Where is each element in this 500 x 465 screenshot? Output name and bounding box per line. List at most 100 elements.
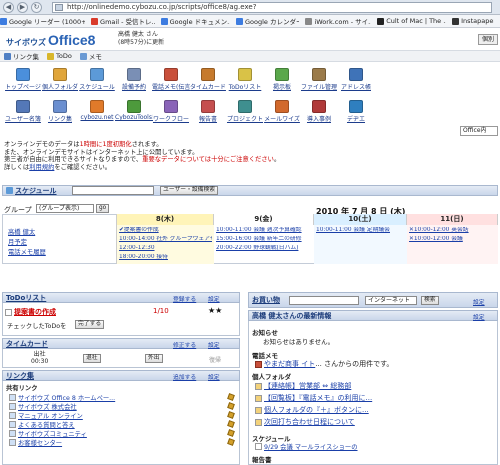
shopping-title[interactable]: お買い物 (252, 295, 280, 305)
folder-item-link[interactable]: 次回打ち合わせ日程について (264, 417, 355, 427)
member-link[interactable]: 高橋 健太 (8, 227, 35, 236)
link-item[interactable]: よくある質問と答え (9, 420, 75, 429)
edit-link-icon[interactable] (227, 411, 235, 419)
day-header-10[interactable]: 10(土) (314, 214, 407, 225)
personal-settings-button[interactable]: 個別 (478, 34, 498, 45)
link-item[interactable]: サイボウズ 株式会社 (9, 402, 77, 411)
todo-checkbox[interactable] (5, 308, 12, 316)
link-text[interactable]: お客様センター (18, 438, 62, 447)
app-icon-r1-3[interactable]: 設備予約 (115, 68, 153, 91)
link-text[interactable]: サイボウズ Office 8 ホームペー... (18, 393, 115, 402)
display-select[interactable]: Office内 (460, 126, 498, 136)
schedule-event[interactable]: 10:00-11:00 会議 定期議会 (316, 227, 405, 235)
forward-icon[interactable]: ▶ (17, 2, 28, 13)
reload-icon[interactable]: ↻ (31, 2, 42, 13)
phone-memo-link[interactable]: やまだ商事 イト (264, 359, 315, 369)
schedule-event[interactable]: ✔提案書の作成 (119, 227, 212, 235)
clock-out-button[interactable]: 退社 (83, 354, 101, 363)
todo-title[interactable]: ToDoリスト (6, 293, 46, 303)
day-header-8[interactable]: 8(木) (117, 214, 214, 225)
go-out-button[interactable]: 外出 (145, 354, 163, 363)
user-facility-search-button[interactable]: ユーザー・設備検索 (160, 186, 219, 195)
link-text[interactable]: マニュアル オンライン (18, 411, 83, 420)
schedule-event[interactable]: 18:00-20:00 接待 (119, 254, 212, 262)
url-field[interactable]: http://onlinedemo.cybozu.co.jp/scripts/o… (52, 2, 492, 13)
link-text[interactable]: サイボウズコミュニティ (18, 429, 87, 438)
links-title[interactable]: リンク集 (6, 371, 34, 381)
schedule-event[interactable]: ✕10:00-12:00 英会話 (409, 227, 496, 235)
todo-complete-button[interactable]: 完了する (75, 320, 105, 329)
app-icon-r1-6[interactable]: ToDoリスト (226, 68, 264, 91)
app-icon-r1-4[interactable]: ワークフロー (152, 100, 190, 123)
todo-item[interactable]: 提案書の作成 (14, 307, 56, 317)
bookmark-item[interactable]: Gmail - 受信トレ... (91, 16, 155, 26)
schedule-title[interactable]: スケジュール (15, 186, 57, 196)
day-header-11[interactable]: 11(日) (407, 214, 498, 225)
app-icon-r1-1[interactable]: 個人フォルダ (41, 68, 79, 91)
cybozu-logo[interactable]: サイボウズ Office8 (6, 32, 95, 48)
timecard-title[interactable]: タイムカード (6, 339, 48, 349)
links-settings-link[interactable]: 設定 (208, 372, 220, 381)
edit-link-icon[interactable] (227, 393, 235, 401)
edit-link-icon[interactable] (227, 438, 235, 446)
folder-item[interactable]: 【連絡帳】営業部 ⇔ 総務部 (255, 381, 351, 391)
todo-register-link[interactable]: 登録する (173, 294, 196, 303)
schedule-event[interactable]: 10:00-14:00 社外 グループウェアセミナー (119, 236, 212, 244)
link-item[interactable]: マニュアル オンライン (9, 411, 83, 420)
member-link[interactable]: 電話メモ履歴 (8, 247, 46, 256)
bookmark-item[interactable]: iWork.com - サイ... (305, 16, 371, 26)
schedule-event[interactable]: 12:00-12:30 (119, 245, 212, 253)
app-icon-r1-8[interactable]: ファイル管理 (300, 68, 338, 91)
edit-link-icon[interactable] (227, 402, 235, 410)
app-icon-r1-8[interactable]: 導入事例 (300, 100, 338, 123)
app-icon-r1-7[interactable]: メールワイズ (263, 100, 301, 123)
day-header-9[interactable]: 9(金) (214, 214, 314, 225)
app-icon-r1-2[interactable]: cybozu.net (78, 100, 116, 121)
group-select[interactable]: (グループ表示) (36, 204, 94, 213)
bookmark-item[interactable]: Google ドキュメン... (160, 16, 230, 26)
bookmark-item[interactable]: Google カレンダー (236, 16, 299, 26)
links-add-link[interactable]: 追加する (173, 372, 196, 381)
edit-link-icon[interactable] (227, 420, 235, 428)
schedule-event[interactable]: 20:00-22:00 野球観戦(日ハム) (216, 245, 312, 253)
folder-item-link[interactable]: 個人フォルダの『＋』ボタンに... (264, 405, 369, 415)
app-icon-r1-6[interactable]: プロジェクト (226, 100, 264, 123)
app-icon-r1-4[interactable]: 電話メモ(伝言確認) (152, 68, 190, 91)
app-icon-r1-3[interactable]: CybozuTools! (115, 100, 153, 121)
schedule-event[interactable]: 10:00-11:00 会議 週次予算確認 (216, 227, 312, 235)
bookmark-item[interactable]: Instapaper (452, 17, 494, 25)
app-icon-r1-9[interactable]: デヂエ (337, 100, 375, 123)
folder-item-link[interactable]: 【回覧板】『電話メモ』の利用に... (264, 393, 372, 403)
link-text[interactable]: サイボウズ 株式会社 (18, 402, 77, 411)
terms-link[interactable]: 利用規約 (29, 164, 54, 171)
app-icon-r1-5[interactable]: 報告書 (189, 100, 227, 123)
schedule-search-input[interactable] (72, 186, 154, 195)
app-icon-r1-2[interactable]: スケジュール (78, 68, 116, 91)
folder-item[interactable]: 【回覧板】『電話メモ』の利用に... (255, 393, 372, 403)
schedule-item-link[interactable]: 9/29 会議 マールライスショーの (264, 442, 358, 451)
app-icon-r1-5[interactable]: タイムカード (189, 68, 227, 91)
quick-link-item[interactable]: メモ (79, 51, 102, 61)
shopping-settings-link[interactable]: 設定 (473, 297, 485, 306)
link-item[interactable]: お客様センター (9, 438, 62, 447)
quick-link-item[interactable]: ToDo (47, 52, 72, 60)
timecard-settings-link[interactable]: 設定 (208, 340, 220, 349)
go-button[interactable]: go (96, 204, 110, 213)
shopping-category-select[interactable]: インターネット (365, 296, 417, 305)
shopping-search-button[interactable]: 検索 (421, 296, 439, 305)
app-icon-r1-0[interactable]: トップページ (4, 68, 42, 91)
todo-settings-link[interactable]: 設定 (208, 294, 220, 303)
quick-link-item[interactable]: リンク集 (4, 51, 39, 61)
schedule-event[interactable]: ✕10:00-12:00 会議 (409, 236, 496, 244)
folder-item[interactable]: 個人フォルダの『＋』ボタンに... (255, 405, 369, 415)
app-icon-r1-0[interactable]: ユーザー名簿 (4, 100, 42, 123)
bookmark-item[interactable]: Cult of Mac | The ... (377, 17, 446, 25)
timecard-edit-link[interactable]: 修正する (173, 340, 196, 349)
schedule-event[interactable]: 15:00-16:00 会議 新年二の研修 (216, 236, 312, 244)
link-text[interactable]: よくある質問と答え (18, 420, 75, 429)
back-icon[interactable]: ◀ (3, 2, 14, 13)
app-icon-r1-7[interactable]: 掲示板 (263, 68, 301, 91)
latest-settings-link[interactable]: 設定 (473, 312, 485, 321)
link-item[interactable]: サイボウズコミュニティ (9, 429, 87, 438)
shopping-search-input[interactable] (289, 296, 359, 305)
